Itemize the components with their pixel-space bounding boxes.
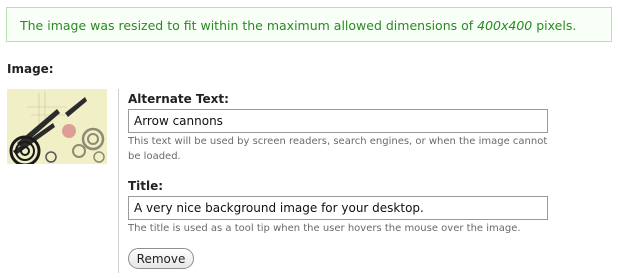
field-group-divider: [118, 89, 119, 273]
image-heading: Image:: [7, 62, 54, 76]
alt-text-description: This text will be used by screen readers…: [128, 134, 598, 164]
remove-button[interactable]: Remove: [128, 248, 194, 269]
alt-text-description-line2: be loaded.: [128, 151, 181, 162]
title-description: The title is used as a tool tip when the…: [128, 223, 521, 234]
status-dimensions: 400x400: [477, 18, 533, 33]
status-text-start: The image was resized to fit within the …: [20, 18, 478, 33]
image-thumbnail: [7, 89, 107, 164]
alt-text-input[interactable]: [128, 109, 548, 133]
status-message: The image was resized to fit within the …: [6, 7, 612, 42]
alt-text-description-line1: This text will be used by screen readers…: [128, 136, 548, 147]
title-input[interactable]: [128, 196, 548, 220]
alt-text-label: Alternate Text:: [128, 92, 229, 106]
title-label: Title:: [128, 179, 164, 193]
status-text-end: pixels.: [532, 18, 577, 33]
